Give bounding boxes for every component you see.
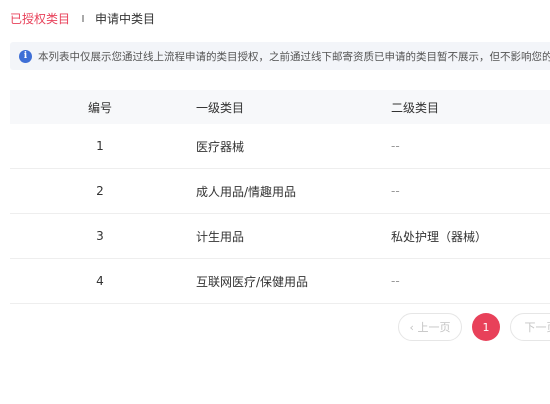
page-number-button[interactable]: 1 <box>472 313 500 341</box>
pagination: ‹ 上一页 1 下一页 <box>398 313 550 341</box>
table-row: 3 计生用品 私处护理（器械） <box>10 214 550 259</box>
table-row: 1 医疗器械 -- <box>10 124 550 169</box>
row-id: 4 <box>96 274 104 288</box>
row-secondary-category: -- <box>391 139 400 153</box>
column-header-id: 编号 <box>87 100 112 115</box>
category-tabs: 已授权类目 申请中类目 <box>10 8 155 28</box>
tab-authorized-categories[interactable]: 已授权类目 <box>10 10 70 27</box>
table-row: 2 成人用品/情趣用品 -- <box>10 169 550 214</box>
info-icon: i <box>19 49 32 63</box>
notice-banner: i 本列表中仅展示您通过线上流程申请的类目授权，之前通过线下邮寄资质已申请的类目… <box>10 42 550 70</box>
row-primary-category: 成人用品/情趣用品 <box>196 184 297 199</box>
row-primary-category: 互联网医疗/保健用品 <box>196 274 309 289</box>
notice-text: 本列表中仅展示您通过线上流程申请的类目授权，之前通过线下邮寄资质已申请的类目暂不… <box>38 50 550 63</box>
row-primary-category: 医疗器械 <box>196 139 245 154</box>
row-secondary-category: 私处护理（器械） <box>391 229 488 244</box>
table-row: 4 互联网医疗/保健用品 -- <box>10 259 550 304</box>
table-header: 编号 一级类目 二级类目 <box>10 90 550 124</box>
row-id: 1 <box>96 139 104 153</box>
row-id: 2 <box>96 184 104 198</box>
tab-divider <box>82 14 85 22</box>
column-header-secondary-category: 二级类目 <box>391 100 440 115</box>
column-header-primary-category: 一级类目 <box>196 100 245 115</box>
tab-pending-categories[interactable]: 申请中类目 <box>95 10 155 27</box>
row-primary-category: 计生用品 <box>196 229 245 244</box>
row-secondary-category: -- <box>391 184 400 198</box>
previous-page-button[interactable]: ‹ 上一页 <box>398 313 462 341</box>
category-table: 编号 一级类目 二级类目 1 医疗器械 -- 2 成人用品/情趣用品 -- 3 … <box>10 90 550 304</box>
row-id: 3 <box>96 229 104 243</box>
next-page-button[interactable]: 下一页 <box>510 313 550 341</box>
row-secondary-category: -- <box>391 274 400 288</box>
